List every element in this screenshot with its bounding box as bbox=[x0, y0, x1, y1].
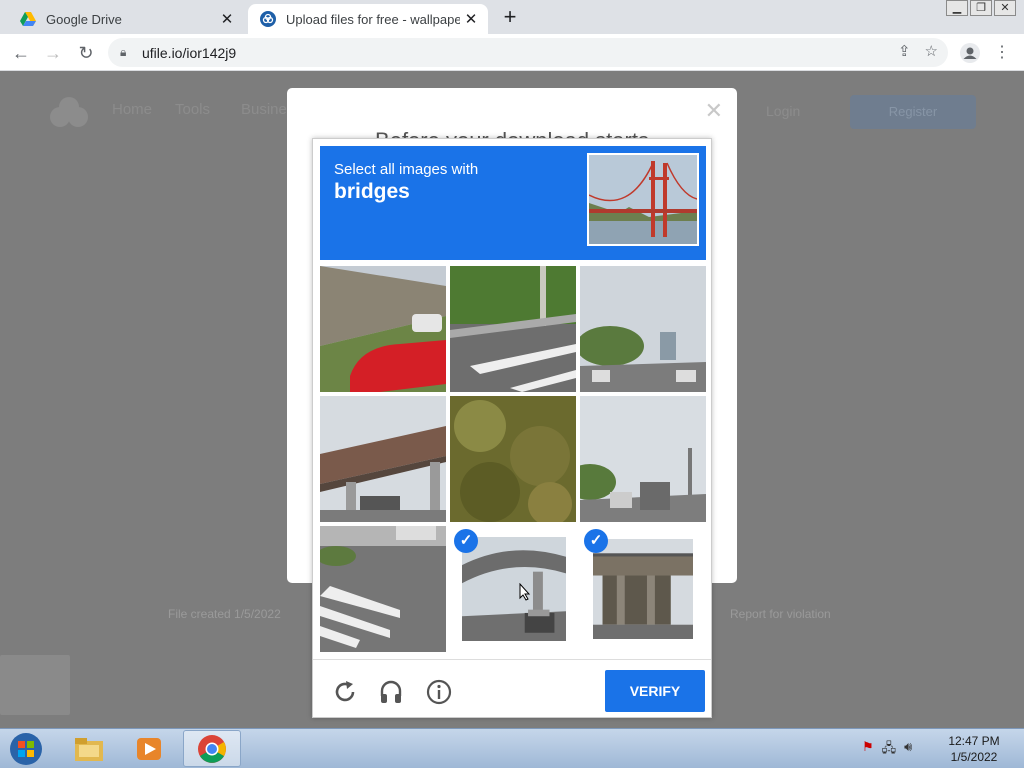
lock-icon: 🔒︎ bbox=[120, 45, 127, 59]
captcha-instruction: Select all images with bbox=[334, 161, 479, 178]
report-link[interactable]: Report for violation bbox=[730, 607, 831, 621]
reload-page-icon[interactable]: ↻ bbox=[73, 40, 99, 66]
tab-title: Upload files for free - wallpaper bbox=[286, 11, 460, 27]
captcha-tile-9[interactable] bbox=[593, 539, 693, 639]
windows-start-icon[interactable] bbox=[6, 731, 46, 767]
close-window-icon[interactable]: ✕ bbox=[994, 0, 1016, 16]
ufile-icon bbox=[260, 11, 276, 27]
close-tab-icon[interactable]: ✕ bbox=[216, 10, 238, 28]
site-logo-icon bbox=[50, 97, 88, 127]
window-controls: ▁ ❐ ✕ bbox=[944, 0, 1016, 16]
profile-icon[interactable] bbox=[957, 40, 983, 66]
captcha-tile-7[interactable] bbox=[320, 526, 446, 652]
taskbar: ⚑ 🖧︎ 🔊︎ 12:47 PM 1/5/2022 bbox=[0, 728, 1024, 768]
nav-home[interactable]: Home bbox=[112, 101, 152, 118]
file-created-text: File created 1/5/2022 bbox=[168, 607, 281, 621]
captcha-tile-1[interactable] bbox=[320, 266, 446, 392]
url-text: ufile.io/ior142j9 bbox=[142, 44, 237, 61]
captcha-target: bridges bbox=[334, 180, 410, 203]
google-drive-icon bbox=[20, 12, 36, 26]
mouse-cursor-icon bbox=[519, 583, 531, 601]
tab-google-drive[interactable]: Google Drive ✕ bbox=[8, 4, 244, 34]
close-tab-icon[interactable]: ✕ bbox=[460, 10, 482, 28]
info-icon[interactable] bbox=[425, 678, 453, 706]
forward-arrow-icon[interactable]: → bbox=[40, 40, 66, 66]
captcha-tile-4[interactable] bbox=[320, 396, 446, 522]
sample-bridge-image bbox=[587, 153, 699, 246]
close-icon[interactable]: ✕ bbox=[705, 98, 723, 124]
restore-icon[interactable]: ❐ bbox=[970, 0, 992, 16]
recaptcha-badge bbox=[0, 655, 70, 715]
register-button[interactable]: Register bbox=[850, 95, 976, 129]
captcha-tile-8[interactable] bbox=[462, 537, 566, 641]
share-icon[interactable]: ⇪ bbox=[898, 42, 911, 60]
folder-icon bbox=[75, 737, 103, 761]
taskbar-media-player[interactable] bbox=[120, 730, 178, 767]
nav-tools[interactable]: Tools bbox=[175, 101, 210, 118]
captcha-tile-5[interactable] bbox=[450, 396, 576, 522]
menu-kebab-icon[interactable]: ⋮ bbox=[989, 40, 1015, 66]
tab-title: Google Drive bbox=[46, 11, 122, 27]
browser-toolbar: ← → ↻ 🔒︎ ufile.io/ior142j9 ⇪ ☆ ⋮ bbox=[0, 34, 1024, 71]
minimize-icon[interactable]: ▁ bbox=[946, 0, 968, 16]
audio-icon[interactable] bbox=[377, 678, 405, 706]
selected-check-icon: ✓ bbox=[454, 529, 478, 553]
action-center-flag-icon[interactable]: ⚑ bbox=[862, 739, 874, 761]
network-icon[interactable]: 🖧︎ bbox=[882, 739, 897, 761]
verify-button[interactable]: VERIFY bbox=[605, 670, 705, 712]
clock-date: 1/5/2022 bbox=[950, 750, 998, 764]
clock-time: 12:47 PM bbox=[948, 734, 1000, 748]
system-tray: ⚑ 🖧︎ 🔊︎ bbox=[862, 739, 912, 761]
reload-icon[interactable] bbox=[331, 678, 359, 706]
captcha-footer: VERIFY bbox=[313, 659, 711, 717]
address-bar[interactable]: 🔒︎ ufile.io/ior142j9 ⇪ ☆ bbox=[108, 38, 948, 67]
captcha-header: Select all images with bridges bbox=[320, 146, 706, 260]
new-tab-icon[interactable]: + bbox=[498, 6, 522, 30]
clock[interactable]: 12:47 PM 1/5/2022 bbox=[934, 733, 1014, 765]
captcha-tile-2[interactable] bbox=[450, 266, 576, 392]
bookmark-star-icon[interactable]: ☆ bbox=[925, 42, 938, 60]
back-arrow-icon[interactable]: ← bbox=[8, 40, 34, 66]
tab-ufile[interactable]: Upload files for free - wallpaper ✕ bbox=[248, 4, 488, 34]
captcha-tile-3[interactable] bbox=[580, 266, 706, 392]
captcha-tile-6[interactable] bbox=[580, 396, 706, 522]
chrome-icon bbox=[198, 734, 226, 763]
taskbar-chrome[interactable] bbox=[183, 730, 241, 767]
login-link[interactable]: Login bbox=[766, 103, 800, 119]
tab-strip: Google Drive ✕ Upload files for free - w… bbox=[0, 0, 1024, 34]
captcha-challenge: Select all images with bridges ✓ ✓ VERIF… bbox=[312, 138, 712, 718]
media-player-icon bbox=[137, 737, 161, 760]
taskbar-explorer[interactable] bbox=[60, 730, 118, 767]
selected-check-icon: ✓ bbox=[584, 529, 608, 553]
volume-icon[interactable]: 🔊︎ bbox=[904, 739, 912, 761]
